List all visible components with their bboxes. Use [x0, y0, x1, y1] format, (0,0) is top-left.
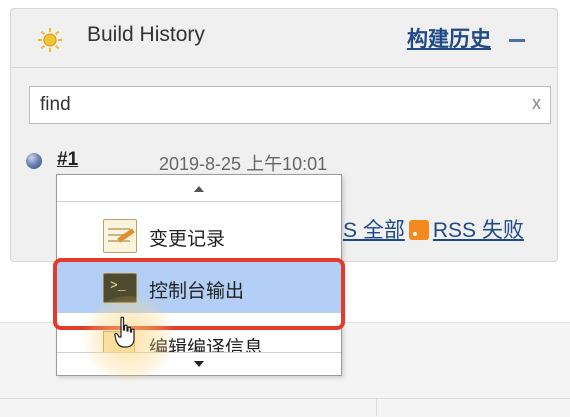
- collapse-icon[interactable]: [509, 39, 525, 42]
- sun-icon: [38, 28, 62, 52]
- rss-failed-link[interactable]: RSS 失败: [433, 219, 524, 242]
- build-status-ball-icon: [26, 153, 42, 169]
- rss-icon: [408, 220, 429, 240]
- build-number-link[interactable]: #1: [57, 149, 78, 171]
- divider: [376, 398, 377, 416]
- panel-header: Build History 构建历史: [11, 9, 557, 68]
- search-input[interactable]: [29, 86, 551, 124]
- divider: [0, 398, 570, 399]
- hand-cursor-icon: [114, 316, 135, 348]
- panel-title: Build History: [87, 23, 205, 46]
- chevron-up-icon: [194, 186, 204, 192]
- menu-item-changes[interactable]: 变更记录: [57, 209, 341, 261]
- rss-all-link[interactable]: S 全部: [343, 219, 405, 242]
- rss-links: S 全部 RSS 失败: [343, 214, 524, 244]
- menu-item-label: 变更记录: [149, 229, 226, 250]
- menu-scroll-up-button[interactable]: [57, 175, 341, 202]
- build-history-link[interactable]: 构建历史: [407, 23, 491, 53]
- clear-search-button[interactable]: x: [532, 93, 541, 114]
- build-timestamp: 2019-8-25 上午10:01: [159, 154, 328, 174]
- chevron-down-icon: [194, 361, 204, 367]
